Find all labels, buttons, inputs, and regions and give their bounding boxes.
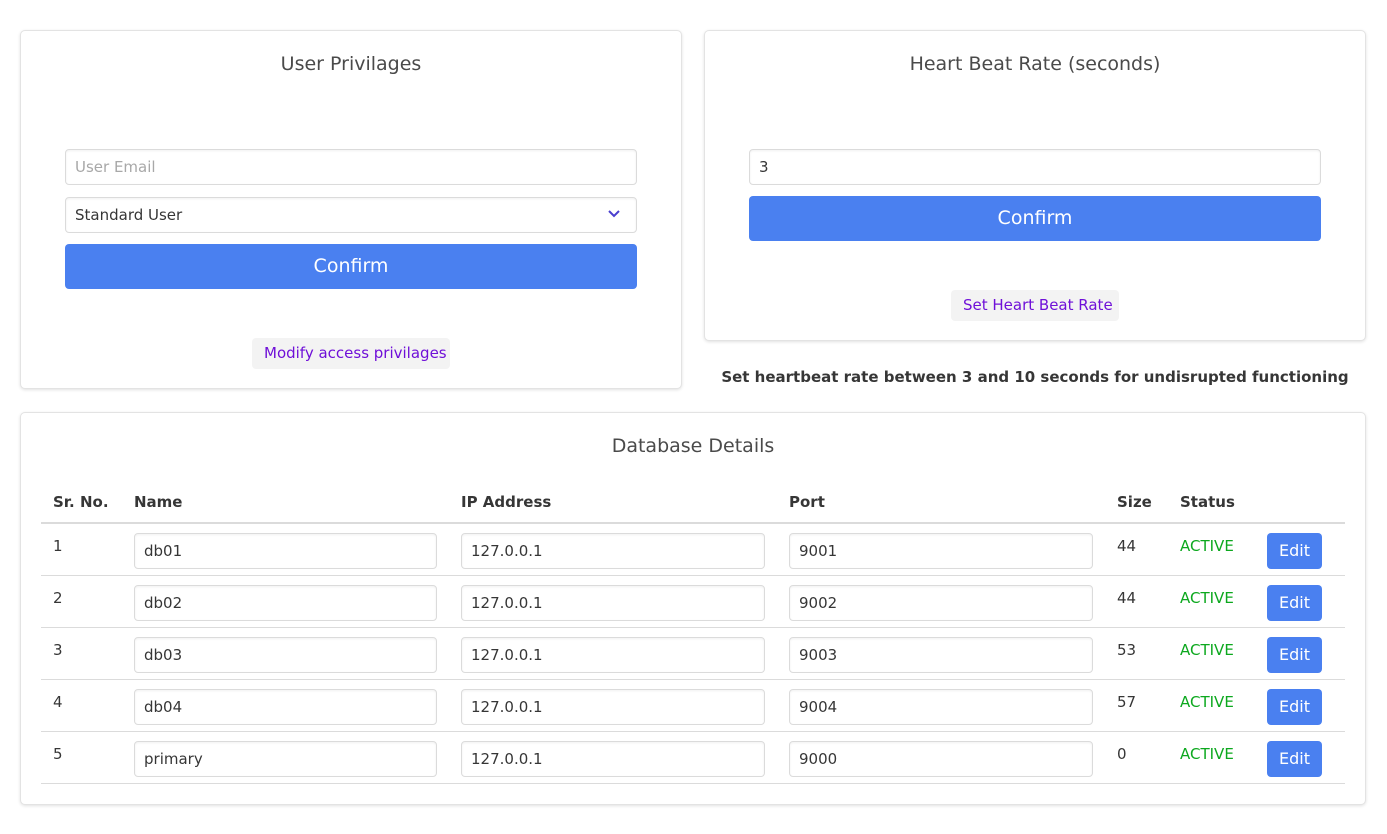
row-ip-input[interactable]: 127.0.0.1 — [461, 740, 765, 777]
row-port-input[interactable]: 9000 — [789, 740, 1093, 777]
row-size: 44 — [1105, 575, 1168, 628]
user-role-selected: Standard User — [75, 206, 183, 224]
heartbeat-hint: Set heartbeat rate between 3 and 10 seco… — [721, 368, 1349, 386]
col-actions — [1255, 491, 1345, 524]
row-edit-button[interactable]: Edit — [1267, 584, 1322, 621]
row-ip-input[interactable]: 127.0.0.1 — [461, 584, 765, 621]
col-sr-no: Sr. No. — [41, 491, 122, 524]
row-port-input[interactable]: 9002 — [789, 584, 1093, 621]
user-email-input[interactable]: User Email — [65, 149, 637, 185]
privileges-confirm-button[interactable]: Confirm — [65, 244, 637, 289]
row-sr-no: 4 — [41, 679, 122, 732]
row-name-input[interactable]: primary — [134, 740, 437, 777]
row-size: 53 — [1105, 627, 1168, 680]
row-ip-input[interactable]: 127.0.0.1 — [461, 533, 765, 569]
row-sr-no: 5 — [41, 731, 122, 784]
table-row: 1 db01 127.0.0.1 9001 44 ACTIVE Edit — [41, 523, 1345, 576]
database-details-title: Database Details — [611, 435, 775, 457]
row-edit-button[interactable]: Edit — [1267, 533, 1322, 569]
modify-access-privileges-button[interactable]: Modify access privilages — [252, 338, 450, 369]
heartbeat-rate-input[interactable]: 3 — [749, 149, 1321, 185]
col-size: Size — [1105, 491, 1168, 524]
user-privileges-card: User Privilages User Email Standard User… — [20, 30, 682, 389]
row-status-badge: ACTIVE — [1168, 575, 1255, 628]
table-row: 5 primary 127.0.0.1 9000 0 ACTIVE Edit — [41, 731, 1345, 784]
row-size: 57 — [1105, 679, 1168, 732]
col-ip-address: IP Address — [449, 491, 777, 524]
row-port-input[interactable]: 9001 — [789, 533, 1093, 569]
heartbeat-card: Heart Beat Rate (seconds) 3 Confirm Set … — [704, 30, 1366, 341]
row-sr-no: 1 — [41, 523, 122, 576]
row-name-input[interactable]: db03 — [134, 636, 437, 673]
database-table: Sr. No. Name IP Address Port Size Status… — [41, 491, 1345, 784]
row-name-input[interactable]: db04 — [134, 688, 437, 725]
set-heartbeat-rate-button[interactable]: Set Heart Beat Rate — [951, 290, 1119, 321]
row-port-input[interactable]: 9003 — [789, 636, 1093, 673]
row-status-badge: ACTIVE — [1168, 679, 1255, 732]
col-port: Port — [777, 491, 1105, 524]
row-size: 44 — [1105, 523, 1168, 576]
table-row: 4 db04 127.0.0.1 9004 57 ACTIVE Edit — [41, 679, 1345, 732]
row-sr-no: 3 — [41, 627, 122, 680]
table-header-row: Sr. No. Name IP Address Port Size Status — [41, 491, 1345, 524]
row-size: 0 — [1105, 731, 1168, 784]
row-name-input[interactable]: db02 — [134, 584, 437, 621]
heartbeat-title: Heart Beat Rate (seconds) — [909, 53, 1161, 75]
user-privileges-title: User Privilages — [280, 53, 422, 75]
row-edit-button[interactable]: Edit — [1267, 740, 1322, 777]
col-status: Status — [1168, 491, 1255, 524]
table-row: 2 db02 127.0.0.1 9002 44 ACTIVE Edit — [41, 575, 1345, 628]
row-port-input[interactable]: 9004 — [789, 688, 1093, 725]
chevron-down-icon — [608, 210, 620, 218]
table-row: 3 db03 127.0.0.1 9003 53 ACTIVE Edit — [41, 627, 1345, 680]
heartbeat-confirm-button[interactable]: Confirm — [749, 196, 1321, 241]
row-sr-no: 2 — [41, 575, 122, 628]
user-role-select[interactable]: Standard User — [65, 197, 637, 233]
row-status-badge: ACTIVE — [1168, 627, 1255, 680]
row-status-badge: ACTIVE — [1168, 523, 1255, 576]
row-status-badge: ACTIVE — [1168, 731, 1255, 784]
row-edit-button[interactable]: Edit — [1267, 688, 1322, 725]
row-name-input[interactable]: db01 — [134, 533, 437, 569]
row-edit-button[interactable]: Edit — [1267, 636, 1322, 673]
database-details-card: Database Details Sr. No. Name IP Address… — [20, 412, 1366, 805]
row-ip-input[interactable]: 127.0.0.1 — [461, 636, 765, 673]
row-ip-input[interactable]: 127.0.0.1 — [461, 688, 765, 725]
col-name: Name — [122, 491, 449, 524]
